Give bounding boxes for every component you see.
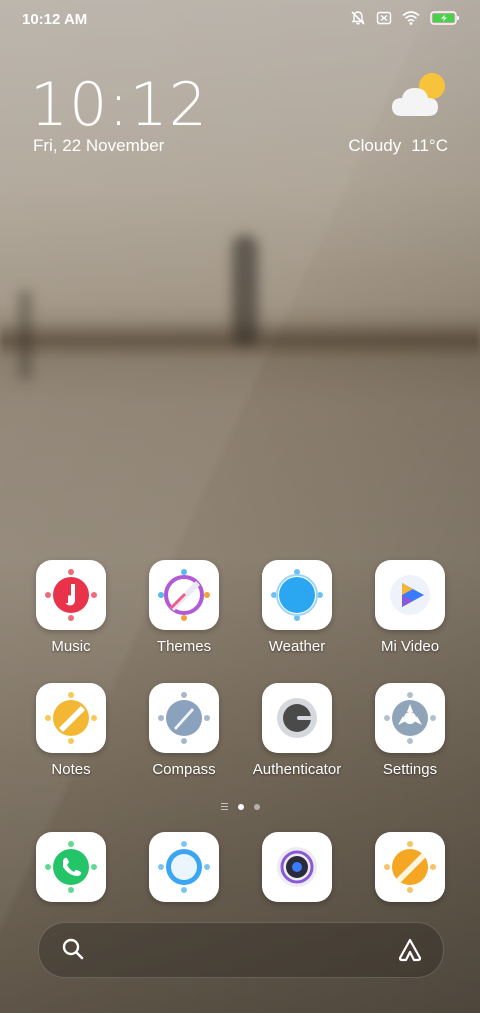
music-icon xyxy=(36,560,106,630)
no-sim-icon xyxy=(376,10,392,26)
video-play-icon xyxy=(375,560,445,630)
clock-time[interactable]: 10:12 xyxy=(30,70,208,140)
page-dot-1[interactable] xyxy=(237,803,244,810)
authenticator-icon xyxy=(262,683,332,753)
search-icon[interactable] xyxy=(61,937,85,966)
themes-icon xyxy=(149,560,219,630)
status-time: 10:12 AM xyxy=(22,11,88,28)
wallpaper-figure xyxy=(232,235,258,345)
app-label: Themes xyxy=(156,638,212,655)
app-notes[interactable]: Notes xyxy=(15,683,127,793)
status-bar: 10:12 AM xyxy=(0,0,480,40)
phone-icon xyxy=(36,832,106,902)
app-label: Compass xyxy=(152,761,216,778)
dock-gallery[interactable] xyxy=(354,832,466,904)
gallery-icon xyxy=(375,832,445,902)
search-bar[interactable] xyxy=(38,922,444,978)
app-authenticator[interactable]: Authenticator xyxy=(241,683,353,793)
app-weather[interactable]: Weather xyxy=(241,560,353,670)
muted-bell-icon xyxy=(350,10,366,26)
app-label: Music xyxy=(51,638,91,655)
wifi-icon xyxy=(402,10,420,26)
partly-cloudy-icon[interactable] xyxy=(390,70,450,124)
page-indicator[interactable] xyxy=(0,803,480,810)
wallpaper-figure-left xyxy=(18,290,32,380)
app-themes[interactable]: Themes xyxy=(128,560,240,670)
dock-phone[interactable] xyxy=(15,832,127,904)
status-icons xyxy=(350,10,460,26)
app-label: Settings xyxy=(382,761,438,778)
weather-app-icon xyxy=(262,560,332,630)
app-label: Notes xyxy=(51,761,91,778)
camera-icon xyxy=(262,832,332,902)
page-dot-2[interactable] xyxy=(253,803,260,810)
battery-charging-icon xyxy=(430,10,460,26)
app-mi-video[interactable]: Mi Video xyxy=(354,560,466,670)
app-label: Weather xyxy=(268,638,326,655)
weather-widget[interactable]: Cloudy 11°C xyxy=(348,136,448,156)
app-compass[interactable]: Compass xyxy=(128,683,240,793)
messages-icon xyxy=(149,832,219,902)
app-settings[interactable]: Settings xyxy=(354,683,466,793)
weather-condition: Cloudy xyxy=(348,136,402,155)
app-drawer-icon[interactable] xyxy=(220,803,228,810)
assistant-icon[interactable] xyxy=(397,937,423,968)
app-label: Authenticator xyxy=(252,761,342,778)
compass-icon xyxy=(149,683,219,753)
settings-gear-icon xyxy=(375,683,445,753)
weather-temperature: 11°C xyxy=(411,136,448,155)
app-label: Mi Video xyxy=(380,638,440,655)
notes-icon xyxy=(36,683,106,753)
dock-messages[interactable] xyxy=(128,832,240,904)
dock-camera[interactable] xyxy=(241,832,353,904)
app-music[interactable]: Music xyxy=(15,560,127,670)
clock-date: Fri, 22 November xyxy=(33,136,165,155)
